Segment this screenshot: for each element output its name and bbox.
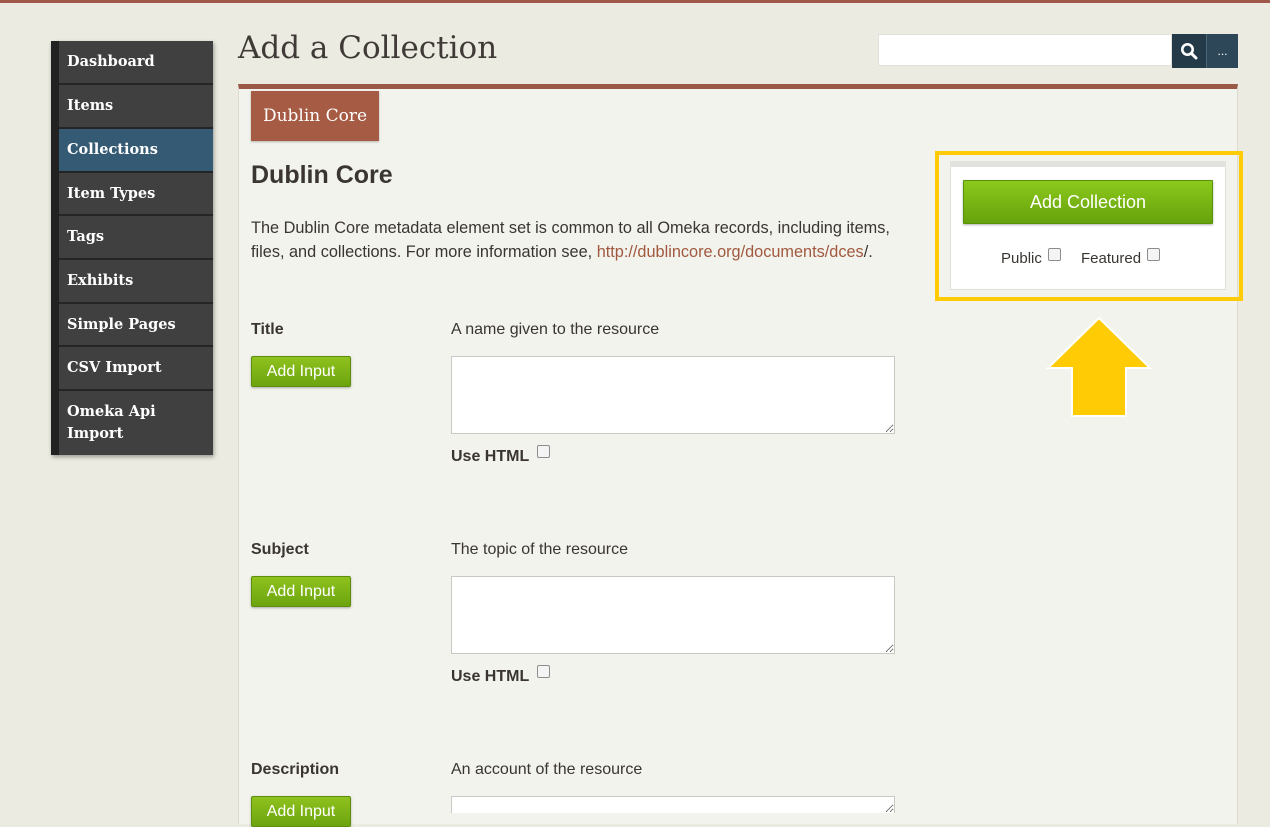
sidebar-item-dashboard[interactable]: Dashboard bbox=[59, 41, 213, 85]
field-description-subject: The topic of the resource bbox=[451, 541, 628, 558]
tab-dublin-core[interactable]: Dublin Core bbox=[251, 91, 379, 141]
sidebar-item-label: Tags bbox=[67, 228, 105, 245]
field-description-title: A name given to the resource bbox=[451, 321, 660, 338]
dublin-core-link[interactable]: http://dublincore.org/documents/dces bbox=[597, 243, 864, 261]
field-label-description: Description bbox=[251, 761, 340, 778]
add-input-button-subject[interactable]: Add Input bbox=[251, 576, 351, 607]
sidebar-item-label: Collections bbox=[67, 141, 158, 158]
add-input-button-title[interactable]: Add Input bbox=[251, 356, 351, 387]
highlight-box bbox=[935, 151, 1243, 301]
sidebar-item-label: Simple Pages bbox=[67, 315, 176, 333]
use-html-checkbox[interactable] bbox=[537, 665, 550, 678]
tab-label: Dublin Core bbox=[262, 106, 368, 126]
search-button[interactable] bbox=[1172, 34, 1206, 68]
sidebar-item-item-types[interactable]: Item Types bbox=[59, 173, 213, 216]
sidebar-item-label: Exhibits bbox=[67, 272, 134, 289]
sidebar-item-omeka-api-import[interactable]: Omeka Api Import bbox=[59, 391, 213, 455]
intro-end: /. bbox=[863, 243, 873, 261]
sidebar-item-label: Omeka Api Import bbox=[67, 403, 156, 442]
sidebar-item-items[interactable]: Items bbox=[59, 85, 213, 129]
arrow-up-icon bbox=[1046, 316, 1152, 417]
sidebar-item-label: Dashboard bbox=[67, 53, 155, 70]
field-description-description: An account of the resource bbox=[451, 761, 643, 778]
sidebar-item-tags[interactable]: Tags bbox=[59, 216, 213, 260]
use-html-label: Use HTML bbox=[451, 448, 530, 465]
sidebar-item-simple-pages[interactable]: Simple Pages bbox=[59, 304, 213, 347]
subject-textarea[interactable] bbox=[451, 576, 895, 654]
use-html-subject[interactable]: Use HTML bbox=[451, 665, 550, 686]
sidebar-item-collections[interactable]: Collections bbox=[59, 129, 213, 173]
sidebar-nav: Dashboard Items Collections Item Types T… bbox=[51, 41, 213, 455]
add-input-button-description[interactable]: Add Input bbox=[251, 796, 351, 827]
use-html-label: Use HTML bbox=[451, 668, 530, 685]
description-textarea[interactable] bbox=[451, 796, 895, 813]
section-title: Dublin Core bbox=[251, 161, 393, 189]
search-icon bbox=[1181, 43, 1198, 60]
use-html-checkbox[interactable] bbox=[537, 445, 550, 458]
section-intro: The Dublin Core metadata element set is … bbox=[251, 216, 921, 264]
advanced-search-button[interactable]: ... bbox=[1206, 34, 1238, 68]
sidebar-item-label: CSV Import bbox=[67, 359, 162, 376]
page-title: Add a Collection bbox=[238, 30, 498, 66]
sidebar-item-exhibits[interactable]: Exhibits bbox=[59, 260, 213, 304]
top-accent-bar bbox=[0, 0, 1270, 3]
title-textarea[interactable] bbox=[451, 356, 895, 434]
field-label-subject: Subject bbox=[251, 541, 309, 558]
use-html-title[interactable]: Use HTML bbox=[451, 445, 550, 466]
more-icon: ... bbox=[1217, 44, 1228, 58]
search-input[interactable] bbox=[878, 34, 1172, 66]
sidebar-item-label: Items bbox=[67, 97, 114, 114]
sidebar-item-csv-import[interactable]: CSV Import bbox=[59, 347, 213, 391]
sidebar-item-label: Item Types bbox=[67, 184, 156, 202]
field-label-title: Title bbox=[251, 321, 284, 338]
